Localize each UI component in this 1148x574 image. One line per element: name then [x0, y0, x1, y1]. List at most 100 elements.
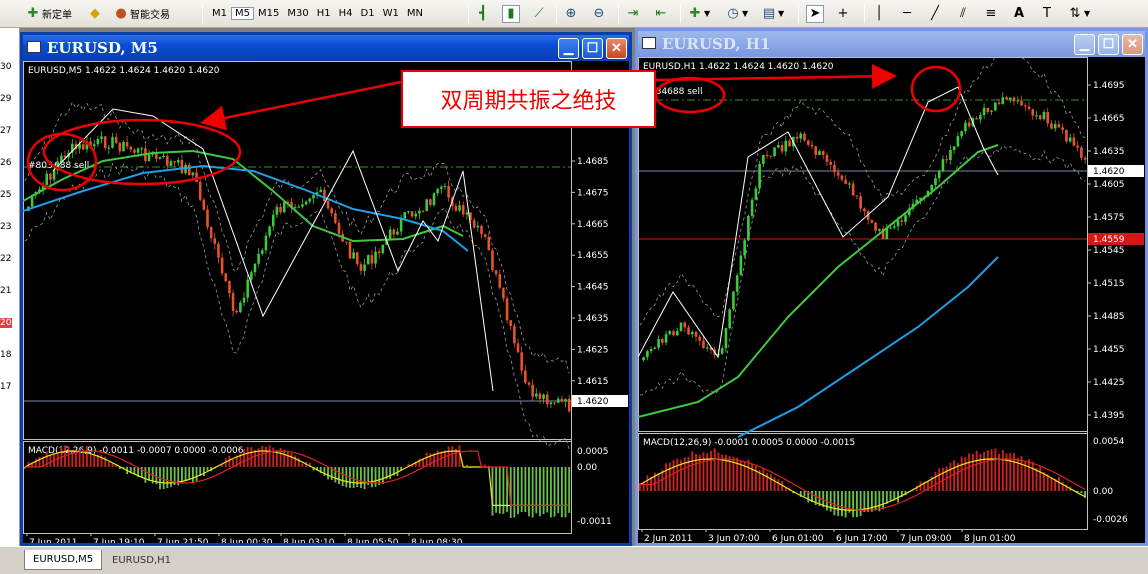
- left-strip-number: 18: [0, 350, 12, 360]
- candle-body: [527, 382, 531, 385]
- tf-m30[interactable]: M30: [283, 7, 312, 20]
- text-button[interactable]: A: [1010, 3, 1028, 24]
- tf-h1[interactable]: H1: [313, 7, 335, 20]
- candle-body: [777, 145, 780, 148]
- tab-eurusd-h1[interactable]: EURUSD,H1: [104, 550, 179, 570]
- expert-advisors-button[interactable]: ● 智能交易: [112, 3, 170, 24]
- candle-body: [851, 183, 855, 196]
- new-order-icon: ✚: [27, 6, 39, 21]
- time-tick-label: 2 Jun 2011: [644, 534, 692, 543]
- order-label: 034688 sell: [650, 87, 702, 97]
- candle-body: [257, 253, 260, 264]
- candle-body: [396, 231, 399, 235]
- time-tick-label: 8 Jun 05:50: [347, 538, 399, 543]
- indicators-icon: ✚: [689, 6, 701, 21]
- trendline-button[interactable]: ╱: [926, 3, 944, 24]
- candle-body: [538, 393, 542, 399]
- candle-body: [773, 147, 776, 157]
- candle-body: [388, 229, 392, 239]
- maximize-button[interactable]: ☐: [582, 38, 603, 59]
- horizontal-line-button[interactable]: ─: [898, 3, 916, 24]
- candle-body: [224, 273, 228, 282]
- cursor-button[interactable]: ➤: [806, 3, 824, 24]
- candle-body: [173, 161, 176, 163]
- tab-eurusd-m5[interactable]: EURUSD,M5: [24, 550, 103, 570]
- zoom-out-button[interactable]: ⊖: [590, 3, 608, 24]
- candle-body: [465, 212, 469, 215]
- macd-tick-label: 0.0005: [577, 447, 609, 457]
- minimize-button[interactable]: ▁: [558, 38, 579, 59]
- candle-body: [524, 370, 527, 383]
- fibonacci-button[interactable]: ≡: [982, 3, 1000, 24]
- candle-body: [687, 327, 690, 335]
- arrows-button[interactable]: ⇅ ▼: [1066, 3, 1091, 24]
- left-panel-strip: 30 29 27 26 25 23 22 21 20 18 17: [0, 28, 20, 546]
- tf-mn[interactable]: MN: [403, 7, 427, 20]
- price-tick-label: 1.4615: [577, 377, 609, 387]
- periods-button[interactable]: ◷ ▼: [724, 3, 748, 24]
- text-label-button[interactable]: T: [1038, 3, 1056, 24]
- crosshair-button[interactable]: +: [834, 3, 852, 24]
- candle-body: [825, 155, 829, 162]
- chart-window-h1-titlebar[interactable]: EURUSD, H1 ▁ ☐ ✕: [638, 31, 1145, 57]
- candle-body: [795, 136, 799, 139]
- macd-tick-label: 0.00: [577, 463, 597, 473]
- candle-body: [275, 206, 279, 215]
- vertical-line-button[interactable]: │: [870, 3, 888, 24]
- candle-body: [535, 393, 538, 397]
- candle-body: [705, 347, 709, 349]
- candle-body: [202, 199, 206, 210]
- tf-h4[interactable]: H4: [335, 7, 357, 20]
- auto-scroll-button[interactable]: ⇥: [624, 3, 642, 24]
- candle-body: [1053, 124, 1057, 129]
- chart-canvas-m5[interactable]: EURUSD,M5 1.4622 1.4624 1.4620 1.4620 1.4…: [23, 61, 629, 543]
- line-chart-button[interactable]: ⟋: [530, 3, 548, 24]
- bar-chart-button[interactable]: ┫: [474, 3, 492, 24]
- candle-body: [769, 155, 773, 157]
- templates-button[interactable]: ▤ ▼: [760, 3, 784, 24]
- candle-body: [100, 136, 103, 140]
- candle-body: [870, 219, 874, 223]
- candle-body: [96, 139, 100, 145]
- time-tick-label: 8 Jun 03:10: [283, 538, 335, 543]
- close-button[interactable]: ✕: [606, 38, 627, 59]
- zoom-in-button[interactable]: ⊕: [562, 3, 580, 24]
- candle-body: [228, 281, 231, 294]
- equidistant-channel-button[interactable]: ⫽: [954, 3, 972, 24]
- chart-shift-button[interactable]: ⇤: [652, 3, 670, 24]
- chart-canvas-h1[interactable]: EURUSD,H1 1.4622 1.4624 1.4620 1.4620 1.4…: [638, 57, 1145, 543]
- maximize-button[interactable]: ☐: [1098, 34, 1119, 55]
- candle-body: [129, 146, 133, 150]
- tf-m1[interactable]: M1: [208, 7, 231, 20]
- chart-window-m5-titlebar[interactable]: EURUSD, M5 ▁ ☐ ✕: [23, 35, 629, 61]
- candle-body: [758, 163, 761, 189]
- minimize-button[interactable]: ▁: [1074, 34, 1095, 55]
- candle-body: [803, 133, 806, 141]
- candle-body: [140, 148, 144, 150]
- tf-d1[interactable]: D1: [357, 7, 379, 20]
- candle-body: [89, 141, 92, 147]
- close-button[interactable]: ✕: [1122, 34, 1143, 55]
- new-order-button[interactable]: ✚ 新定单: [24, 3, 72, 24]
- candle-body: [403, 212, 407, 219]
- tf-m15[interactable]: M15: [254, 7, 283, 20]
- candle-body: [814, 146, 818, 155]
- candle-body: [1076, 145, 1079, 148]
- price-tick-label: 1.4635: [577, 314, 609, 324]
- candle-body: [454, 206, 458, 211]
- candle-body: [900, 220, 904, 222]
- tf-w1[interactable]: W1: [379, 7, 403, 20]
- candle-body: [567, 398, 571, 412]
- left-strip-number: 21: [0, 286, 12, 296]
- chart-window-h1[interactable]: EURUSD, H1 ▁ ☐ ✕ EURUSD,H1 1.4622 1.4624…: [635, 28, 1148, 546]
- candle-body: [363, 264, 366, 271]
- expert-icon: ●: [115, 6, 127, 21]
- candle-chart-button[interactable]: ▮: [502, 3, 520, 24]
- indicators-button[interactable]: ✚ ▼: [686, 3, 711, 24]
- candle-body: [107, 147, 111, 149]
- tf-m5[interactable]: M5: [231, 7, 254, 20]
- candle-body: [239, 302, 242, 313]
- expert-toggle-button[interactable]: ◆: [86, 3, 104, 24]
- candle-body: [1012, 97, 1016, 102]
- candle-body: [487, 236, 491, 251]
